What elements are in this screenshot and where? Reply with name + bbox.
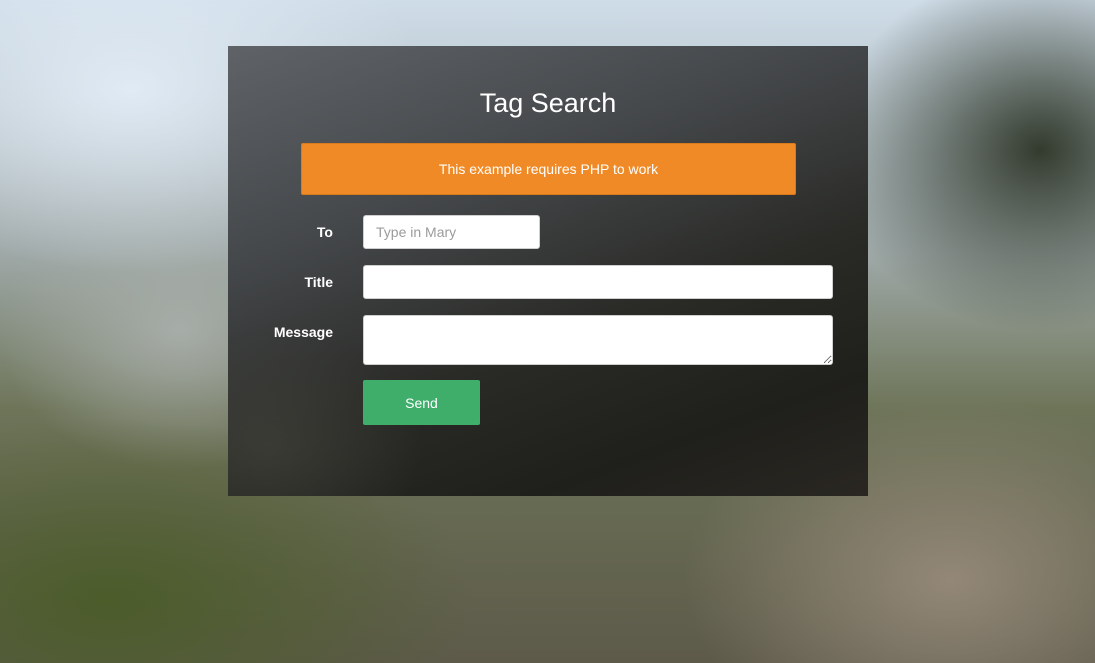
php-required-notice: This example requires PHP to work [301,143,796,195]
to-label: To [316,224,333,240]
message-textarea[interactable] [363,315,833,365]
title-label: Title [304,274,333,290]
send-button[interactable]: Send [363,380,480,425]
title-input[interactable] [363,265,833,299]
message-label: Message [273,324,333,340]
message-form-card: Tag Search This example requires PHP to … [228,46,868,496]
to-input[interactable] [363,215,540,249]
form-title: Tag Search [479,88,617,118]
